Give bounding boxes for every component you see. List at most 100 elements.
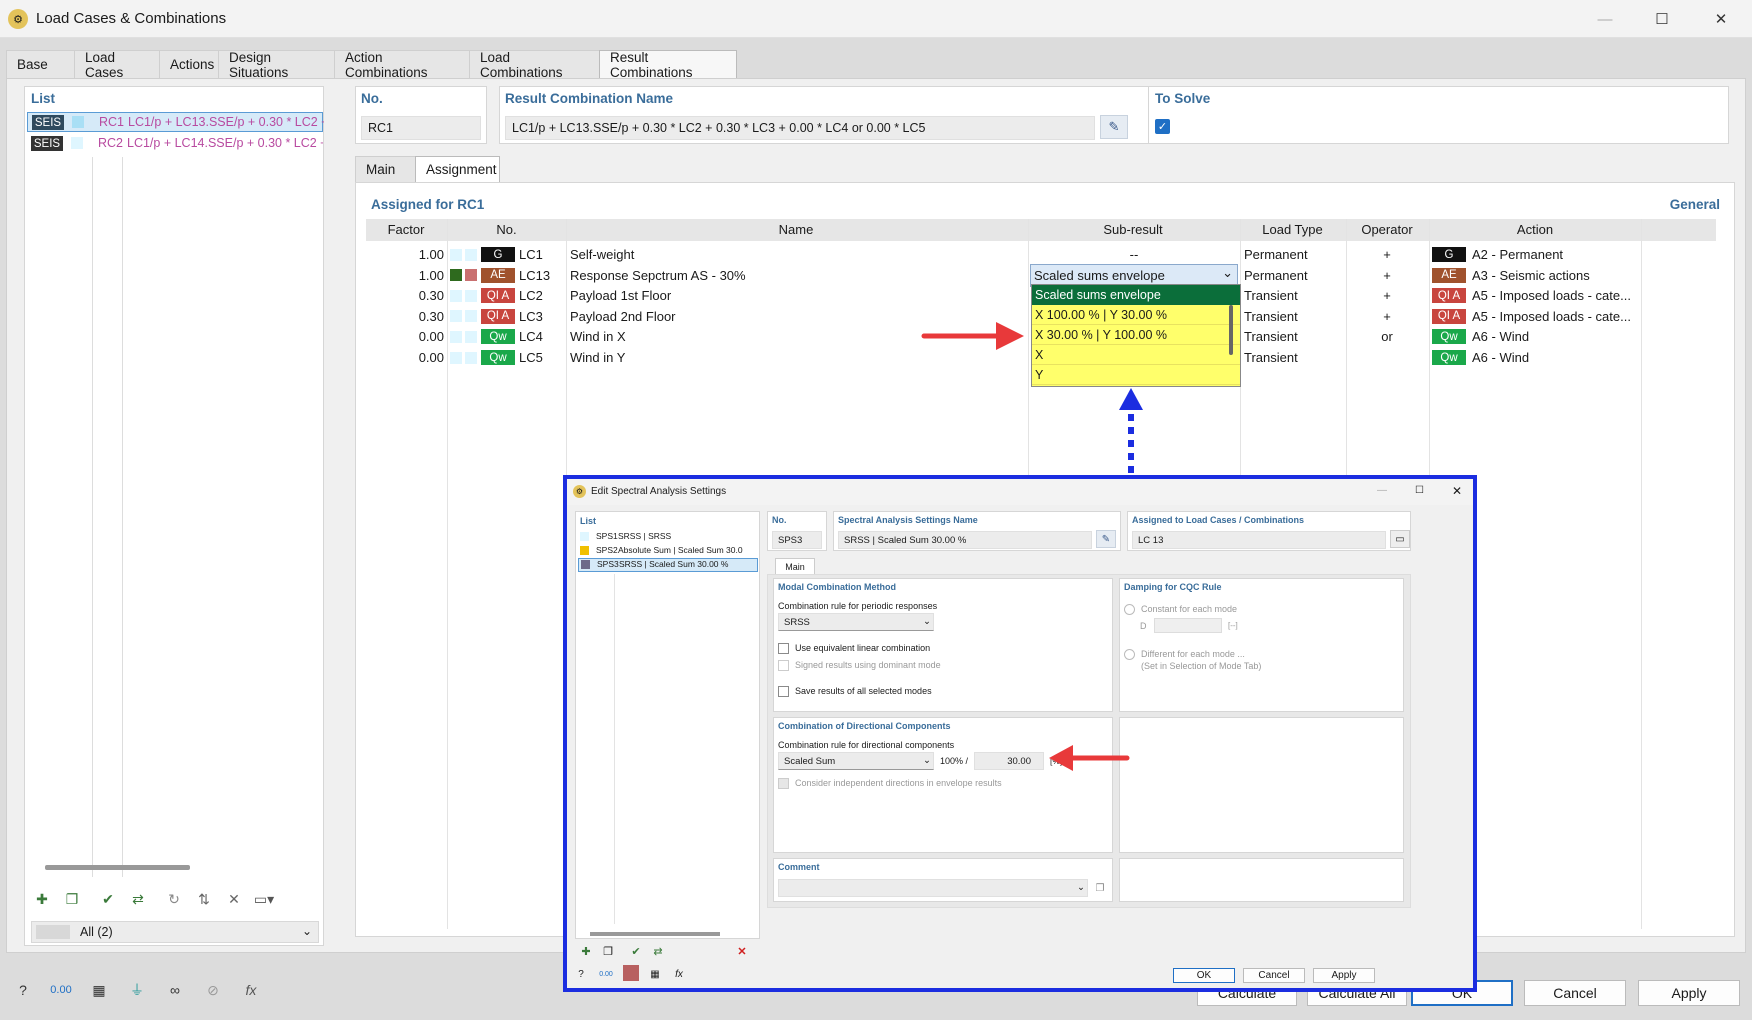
unlink-icon[interactable]: ⊘ [200, 978, 226, 1002]
dialog-tab-main[interactable]: Main [775, 558, 815, 574]
tab-load-combinations[interactable]: Load Combinations [469, 50, 600, 80]
tab-load-cases[interactable]: Load Cases [74, 50, 160, 80]
no-field[interactable]: RC1 [361, 116, 481, 140]
dialog-cancel-button[interactable]: Cancel [1243, 968, 1305, 983]
tab-design-situations[interactable]: Design Situations [218, 50, 335, 80]
check-all-icon[interactable]: ✔ [627, 941, 645, 961]
select-loads-icon[interactable]: ▭ [1390, 530, 1410, 548]
table-row[interactable]: 1.00 G LC1 Self-weight -- Permanent + G A2 - Per… [366, 243, 1716, 266]
lc-id: LC4 [519, 329, 543, 345]
copy-icon[interactable]: ❐ [599, 941, 617, 961]
new-item-icon[interactable]: ✚ [577, 941, 595, 961]
directional-title: Combination of Directional Components [778, 721, 951, 731]
copy-icon[interactable]: ❐ [59, 887, 85, 911]
help-icon[interactable]: ? [573, 965, 589, 983]
delete-icon[interactable]: ✕ [221, 887, 247, 911]
tab-result-combinations[interactable]: Result Combinations [599, 50, 737, 80]
dropdown-scrollbar[interactable] [1229, 305, 1233, 355]
pct-field[interactable]: 30.00 [974, 752, 1044, 770]
dropdown-option[interactable]: Y [1032, 365, 1240, 385]
check-all-icon[interactable]: ✔ [95, 887, 121, 911]
view-options-icon[interactable]: ▭▾ [251, 887, 277, 911]
delete-icon[interactable]: ✕ [733, 941, 751, 961]
color-table-icon[interactable]: ▦ [647, 965, 663, 983]
col-no: No. [496, 222, 517, 237]
sub-result-value: Scaled sums envelope [1034, 267, 1165, 283]
dialog-list-text: Absolute Sum | Scaled Sum 30.0 [618, 545, 743, 555]
maximize-icon[interactable]: ☐ [1642, 6, 1682, 32]
dialog-title-bar: ⚙ Edit Spectral Analysis Settings — ☐ ✕ [567, 479, 1473, 505]
subtab-main[interactable]: Main [355, 156, 416, 182]
color-swatch [71, 137, 83, 149]
no-cell: G LC1 [450, 243, 566, 266]
subtab-assignment[interactable]: Assignment [415, 156, 500, 182]
cancel-button[interactable]: Cancel [1524, 980, 1626, 1006]
action-cell: AE A3 - Seismic actions [1432, 264, 1642, 287]
dialog-name-label: Spectral Analysis Settings Name [838, 515, 978, 525]
dropdown-option[interactable]: X 30.00 % | Y 100.00 % [1032, 325, 1240, 345]
operator-cell: or [1381, 329, 1393, 345]
list-item[interactable]: SEIS RC2 LC1/p + LC14.SSE/p + 0.30 * LC2… [27, 134, 323, 154]
dialog-name-field[interactable]: SRSS | Scaled Sum 30.00 % [838, 531, 1092, 549]
dialog-maximize-icon[interactable]: ☐ [1415, 485, 1424, 496]
lc-id: LC13 [519, 267, 551, 283]
close-icon[interactable]: ✕ [1701, 6, 1741, 32]
filter-select[interactable]: All (2) ⌄ [31, 921, 319, 943]
comment-library-icon[interactable]: ❐ [1092, 879, 1108, 897]
minimize-icon[interactable]: — [1585, 6, 1625, 32]
edit-name-icon[interactable]: ✎ [1100, 115, 1128, 139]
units-icon[interactable]: 0.00 [597, 965, 615, 983]
dropdown-option[interactable]: Scaled sums envelope [1032, 285, 1240, 305]
eq-linear-option[interactable]: Use equivalent linear combination [778, 643, 931, 655]
link-icon[interactable]: ∞ [162, 978, 188, 1002]
check-toggle-icon[interactable]: ⇄ [649, 941, 667, 961]
eq-linear-label: Use equivalent linear combination [795, 643, 931, 653]
dialog-list-item[interactable]: SPS1 SRSS | SRSS [578, 530, 758, 544]
to-solve-checkbox[interactable]: ✓ [1155, 119, 1170, 134]
dialog-list-scrollbar[interactable] [590, 932, 720, 936]
horizontal-scrollbar[interactable] [45, 865, 190, 870]
new-item-icon[interactable]: ✚ [29, 887, 55, 911]
help-icon[interactable]: ? [10, 978, 36, 1002]
action-tag: AE [1432, 267, 1466, 283]
color-icon[interactable] [623, 965, 639, 981]
edit-name-icon[interactable]: ✎ [1096, 530, 1116, 548]
action-name: A5 - Imposed loads - cate... [1472, 308, 1631, 324]
dialog-minimize-icon[interactable]: — [1377, 485, 1387, 496]
dropdown-option[interactable]: X 100.00 % | Y 30.00 % [1032, 305, 1240, 325]
dialog-apply-button[interactable]: Apply [1313, 968, 1375, 983]
dropdown-option[interactable]: X [1032, 345, 1240, 365]
list-item[interactable]: SEIS RC1 LC1/p + LC13.SSE/p + 0.30 * LC2… [27, 112, 324, 132]
comment-field[interactable]: ⌄ [778, 879, 1088, 897]
tab-actions[interactable]: Actions [159, 50, 219, 78]
save-all-checkbox[interactable] [778, 686, 789, 698]
sub-result-dropdown-list[interactable]: Scaled sums envelope X 100.00 % | Y 30.0… [1031, 284, 1241, 387]
modal-rule-select[interactable]: SRSS ⌄ [778, 613, 934, 631]
formula-icon[interactable]: fx [671, 965, 687, 983]
tab-base[interactable]: Base [6, 50, 75, 78]
to-solve-panel: To Solve ✓ [1148, 86, 1729, 144]
color-table-icon[interactable]: ▦ [86, 978, 112, 1002]
dialog-assigned-field[interactable]: LC 13 [1132, 531, 1386, 549]
sort-icon[interactable]: ⇅ [191, 887, 217, 911]
dialog-close-icon[interactable]: ✕ [1452, 484, 1462, 498]
name-field[interactable]: LC1/p + LC13.SSE/p + 0.30 * LC2 + 0.30 *… [505, 116, 1095, 140]
dialog-list-item[interactable]: SPS2 Absolute Sum | Scaled Sum 30.0 [578, 544, 758, 558]
units-icon[interactable]: 0.00 [48, 978, 74, 1002]
dialog-ok-button[interactable]: OK [1173, 968, 1235, 983]
check-toggle-icon[interactable]: ⇄ [125, 887, 151, 911]
dialog-name-panel: Spectral Analysis Settings Name SRSS | S… [833, 511, 1121, 551]
dialog-no-field[interactable]: SPS3 [772, 531, 822, 549]
tab-action-combinations[interactable]: Action Combinations [334, 50, 470, 80]
filter-icon[interactable]: ⏚ [124, 978, 150, 1002]
directional-rule-value: Scaled Sum [784, 755, 836, 767]
directional-rule-select[interactable]: Scaled Sum ⌄ [778, 752, 934, 770]
load-tag: G [481, 247, 515, 262]
renumber-icon[interactable]: ↻ [161, 887, 187, 911]
eq-linear-checkbox[interactable] [778, 643, 789, 655]
list-item-text: LC1/p + LC14.SSE/p + 0.30 * LC2 + 0.30 *… [127, 136, 323, 150]
save-all-option[interactable]: Save results of all selected modes [778, 686, 932, 698]
dialog-list-item[interactable]: SPS3 SRSS | Scaled Sum 30.00 % [578, 558, 758, 572]
apply-button[interactable]: Apply [1638, 980, 1740, 1006]
formula-icon[interactable]: fx [238, 978, 264, 1002]
